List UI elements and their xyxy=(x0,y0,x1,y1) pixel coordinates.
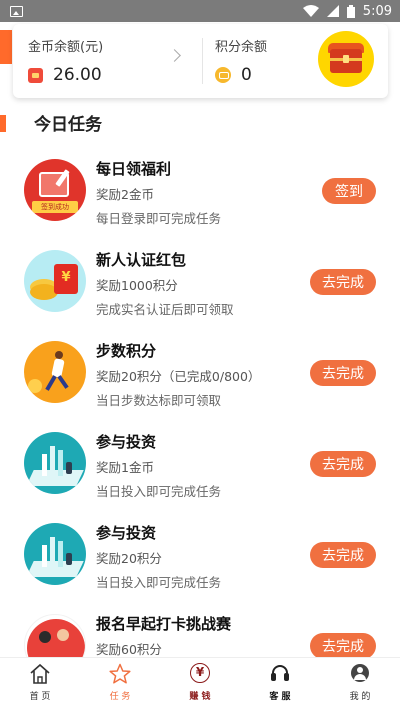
task-title: 参与投资 xyxy=(96,433,157,451)
go-complete-button[interactable]: 去完成 xyxy=(310,633,376,659)
task-item: ¥ 新人认证红包 奖励1000积分 完成实名认证后即可领取 去完成 xyxy=(0,238,400,329)
task-title: 新人认证红包 xyxy=(96,251,187,269)
section-accent-bar xyxy=(0,115,6,132)
balance-card: 金币余额(元) 26.00 积分余额 0 xyxy=(13,24,388,98)
coin-balance[interactable]: 金币余额(元) 26.00 xyxy=(13,24,189,98)
points-coin-icon xyxy=(215,67,231,83)
wallet-icon xyxy=(28,67,43,83)
tab-home[interactable]: 首 页 xyxy=(0,658,80,711)
section-title: 今日任务 xyxy=(34,115,102,135)
task-list: 签到成功 每日领福利 奖励2金币 每日登录即可完成任务 签到 ¥ 新人认证红包 … xyxy=(0,147,400,662)
sign-in-button[interactable]: 签到 xyxy=(322,178,376,204)
tab-support[interactable]: 客 服 xyxy=(240,658,320,711)
go-complete-button[interactable]: 去完成 xyxy=(310,360,376,386)
coin-balance-value: 26.00 xyxy=(53,65,102,85)
profile-icon xyxy=(349,663,371,685)
coin-balance-label: 金币余额(元) xyxy=(28,40,104,55)
task-item: 报名早起打卡挑战赛 奖励60积分 去完成 xyxy=(0,602,400,662)
tab-label: 客 服 xyxy=(269,692,291,702)
tab-label: 首 页 xyxy=(29,692,51,702)
task-title: 步数积分 xyxy=(96,342,157,360)
sign-in-icon: 签到成功 xyxy=(24,159,86,221)
investment-chart-icon xyxy=(24,523,86,585)
status-time: 5:09 xyxy=(362,3,392,19)
task-reward: 奖励20积分 xyxy=(96,551,162,566)
wifi-icon xyxy=(302,5,319,17)
task-reward: 奖励20积分（已完成0/800） xyxy=(96,369,261,384)
tab-earn[interactable]: ¥ 赚 钱 xyxy=(160,658,240,711)
go-complete-button[interactable]: 去完成 xyxy=(310,542,376,568)
yen-icon: ¥ xyxy=(189,663,211,685)
task-reward: 奖励60积分 xyxy=(96,642,162,657)
tab-profile[interactable]: 我 的 xyxy=(320,658,400,711)
signal-icon xyxy=(326,5,339,17)
task-description: 当日步数达标即可领取 xyxy=(96,393,222,408)
red-envelope-icon: ¥ xyxy=(24,250,86,312)
task-item: 签到成功 每日领福利 奖励2金币 每日登录即可完成任务 签到 xyxy=(0,147,400,238)
task-reward: 奖励1000积分 xyxy=(96,278,178,293)
go-complete-button[interactable]: 去完成 xyxy=(310,269,376,295)
challenge-icon xyxy=(24,614,86,662)
investment-chart-icon xyxy=(24,432,86,494)
task-reward: 奖励2金币 xyxy=(96,187,154,202)
headset-icon xyxy=(269,663,291,685)
tab-label: 任 务 xyxy=(109,692,131,702)
task-item: 参与投资 奖励1金币 当日投入即可完成任务 去完成 xyxy=(0,420,400,511)
points-balance-label: 积分余额 xyxy=(215,40,268,55)
header-accent xyxy=(0,30,12,64)
task-title: 参与投资 xyxy=(96,524,157,542)
star-icon xyxy=(109,663,131,685)
runner-icon xyxy=(24,341,86,403)
points-balance[interactable]: 积分余额 0 xyxy=(202,24,267,98)
points-balance-value: 0 xyxy=(241,65,252,85)
home-icon xyxy=(29,663,51,685)
task-title: 报名早起打卡挑战赛 xyxy=(96,615,232,633)
task-reward: 奖励1金币 xyxy=(96,460,154,475)
task-item: 参与投资 奖励20积分 当日投入即可完成任务 去完成 xyxy=(0,511,400,602)
sign-in-badge-text: 签到成功 xyxy=(41,203,69,211)
status-bar: 5:09 xyxy=(0,0,400,22)
battery-icon xyxy=(346,4,355,18)
section-header: 今日任务 xyxy=(0,108,400,136)
image-icon xyxy=(10,5,23,17)
task-description: 当日投入即可完成任务 xyxy=(96,575,222,590)
tab-label: 赚 钱 xyxy=(189,692,211,702)
bottom-tab-bar: 首 页 任 务 ¥ 赚 钱 客 服 我 的 xyxy=(0,657,400,711)
task-description: 每日登录即可完成任务 xyxy=(96,211,222,226)
task-description: 完成实名认证后即可领取 xyxy=(96,302,234,317)
tab-label: 我 的 xyxy=(349,692,371,702)
go-complete-button[interactable]: 去完成 xyxy=(310,451,376,477)
task-title: 每日领福利 xyxy=(96,160,172,178)
task-item: 步数积分 奖励20积分（已完成0/800） 当日步数达标即可领取 去完成 xyxy=(0,329,400,420)
treasure-chest-icon[interactable] xyxy=(318,31,374,87)
task-description: 当日投入即可完成任务 xyxy=(96,484,222,499)
tab-tasks[interactable]: 任 务 xyxy=(80,658,160,711)
